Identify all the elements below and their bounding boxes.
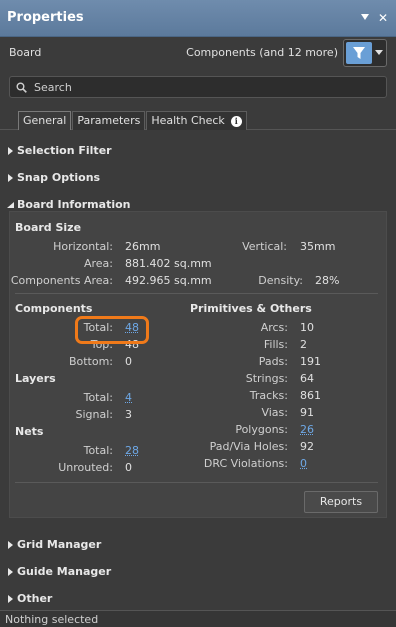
search-input[interactable] [34,79,374,95]
expand-arrow-icon [8,541,13,549]
primitive-value-drc-violations-link[interactable]: 0 [300,457,307,470]
expand-arrow-icon [8,147,13,155]
primitive-value-pads: 191 [300,355,321,368]
density-value: 28% [315,274,340,287]
collapse-arrow-icon [7,202,14,208]
object-type-label: Board [9,46,42,59]
tab-bar: General Parameters Health Check i [18,111,248,130]
section-label: Snap Options [17,171,101,184]
close-icon[interactable]: ✕ [378,11,388,25]
primitive-label-fills: Fills: [263,338,288,351]
filter-summary: Components (and 12 more) [186,46,338,59]
expand-arrow-icon [8,174,13,182]
primitive-label-polygons: Polygons: [235,423,288,436]
layers-signal-label: Signal: [75,408,114,421]
highlight-annotation [75,316,149,344]
primitive-value-arcs: 10 [300,321,314,334]
status-text: Nothing selected [5,613,99,626]
tab-general[interactable]: General [18,111,72,130]
status-bar: Nothing selected [0,610,396,627]
area-label: Area: [83,257,113,270]
area-value: 881.402 sq.mm [125,257,212,270]
tab-parameters-label: Parameters [77,114,141,127]
section-guide-manager[interactable]: Guide Manager [0,559,396,585]
chevron-down-icon[interactable] [375,50,383,56]
section-selection-filter[interactable]: Selection Filter [0,138,396,164]
primitive-label-tracks: Tracks: [249,389,288,402]
components-area-label: Components Area: [10,274,113,287]
primitive-value-vias: 91 [300,406,314,419]
expand-arrow-icon [8,595,13,603]
primitive-label-arcs: Arcs: [260,321,288,334]
horizontal-label: Horizontal: [53,240,113,253]
layers-signal-value: 3 [125,408,132,421]
section-other[interactable]: Other [0,586,396,612]
components-bottom-value: 0 [125,355,132,368]
divider [15,482,378,483]
primitive-label-pads: Pads: [258,355,288,368]
nets-unrouted-value: 0 [125,461,132,474]
search-field[interactable] [9,76,387,98]
primitive-value-polygons-link[interactable]: 26 [300,423,314,436]
filter-icon[interactable] [346,42,372,64]
vertical-label: Vertical: [242,240,287,253]
tab-health-check[interactable]: Health Check i [146,111,247,130]
info-icon[interactable]: i [230,115,242,127]
layers-total-label: Total: [83,391,113,404]
panel-title: Properties [7,10,84,25]
tab-general-label: General [23,114,67,127]
layers-total-link[interactable]: 4 [125,391,132,404]
primitive-label-pad-via-holes: Pad/Via Holes: [209,440,288,453]
section-snap-options[interactable]: Snap Options [0,165,396,191]
nets-heading: Nets [15,425,44,438]
primitive-value-pad-via-holes: 92 [300,440,314,453]
primitive-value-tracks: 861 [300,389,321,402]
components-bottom-label: Bottom: [68,355,113,368]
primitive-label-vias: Vias: [261,406,288,419]
components-heading: Components [15,302,93,315]
board-size-heading: Board Size [15,221,82,234]
section-label: Grid Manager [17,538,102,551]
tab-parameters[interactable]: Parameters [72,111,146,130]
primitives-heading: Primitives & Others [190,302,312,315]
nets-unrouted-label: Unrouted: [58,461,113,474]
section-label: Other [17,592,53,605]
primitive-value-strings: 64 [300,372,314,385]
panel-menu-icon[interactable] [361,13,369,21]
section-label: Guide Manager [17,565,112,578]
expand-arrow-icon [8,568,13,576]
components-area-value: 492.965 sq.mm [125,274,212,287]
horizontal-value: 26mm [125,240,161,253]
section-label: Board Information [17,198,131,211]
divider [15,293,378,294]
primitive-value-fills: 2 [300,338,307,351]
search-icon [16,82,27,93]
nets-total-label: Total: [83,444,113,457]
vertical-value: 35mm [300,240,336,253]
nets-total-link[interactable]: 28 [125,444,139,457]
tab-health-check-label: Health Check [151,114,225,127]
reports-button[interactable]: Reports [304,491,378,513]
section-label: Selection Filter [17,144,112,157]
primitive-label-drc-violations: DRC Violations: [203,457,288,470]
section-grid-manager[interactable]: Grid Manager [0,532,396,558]
selection-filter-button[interactable] [343,39,387,67]
primitive-label-strings: Strings: [245,372,288,385]
density-label: Density: [258,274,303,287]
layers-heading: Layers [15,372,56,385]
